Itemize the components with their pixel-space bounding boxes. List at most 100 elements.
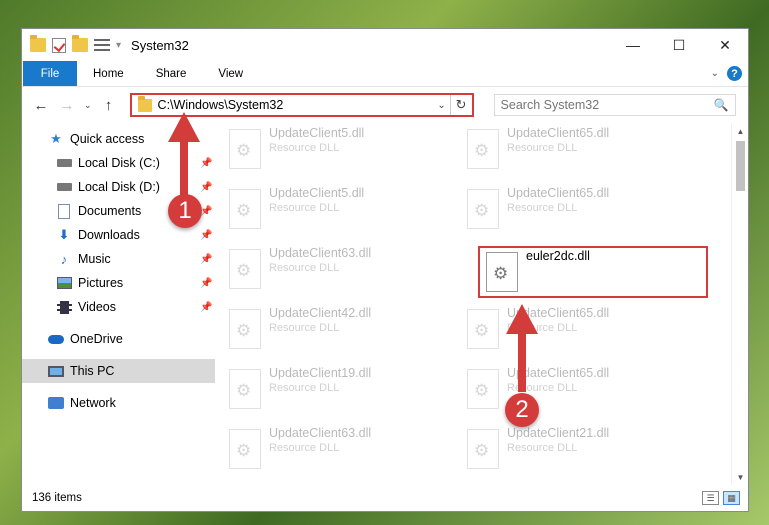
search-icon[interactable]: 🔍 <box>714 98 729 112</box>
sidebar-item-label: Network <box>70 396 116 410</box>
file-tile[interactable]: UpdateClient63.dll Resource DLL <box>223 245 453 297</box>
sidebar-item-label: This PC <box>70 364 115 378</box>
scroll-thumb[interactable] <box>736 141 745 191</box>
file-name: UpdateClient63.dll <box>269 246 372 260</box>
item-count: 136 items <box>32 492 82 504</box>
file-tile[interactable]: UpdateClient5.dll Resource DLL <box>223 185 453 237</box>
window-controls: — ☐ ✕ <box>610 29 748 61</box>
pictures-icon <box>56 276 72 290</box>
file-name: UpdateClient63.dll <box>269 426 372 440</box>
file-name: euler2dc.dll <box>526 249 590 263</box>
customize-icon[interactable] <box>94 39 110 51</box>
sidebar-item-label: Music <box>78 252 111 266</box>
qat-dropdown-icon[interactable]: ▾ <box>116 40 121 51</box>
star-icon: ★ <box>50 131 62 146</box>
file-name: UpdateClient5.dll <box>269 126 365 140</box>
file-tile[interactable]: UpdateClient65.dllResource DLL <box>461 125 691 177</box>
download-icon: ⬇ <box>58 227 70 242</box>
tiles-view-icon[interactable]: ▦ <box>723 491 740 505</box>
navigation-bar: ← → ⌄ ↑ C:\Windows\System32 ⌄ ↻ 🔍 <box>22 87 748 123</box>
up-button[interactable]: ↑ <box>100 97 118 114</box>
disk-icon <box>56 180 72 194</box>
dll-file-icon <box>467 369 499 409</box>
forward-button[interactable]: → <box>58 97 76 114</box>
address-path[interactable]: C:\Windows\System32 <box>158 98 434 112</box>
quick-access-toolbar: ▾ <box>30 35 121 53</box>
expand-ribbon-icon[interactable]: ⌄ <box>711 68 719 79</box>
address-bar[interactable]: C:\Windows\System32 ⌄ ↻ <box>129 93 474 117</box>
new-folder-icon[interactable] <box>72 35 88 52</box>
file-name: UpdateClient65.dll <box>507 186 610 200</box>
address-dropdown-icon[interactable]: ⌄ <box>434 100 450 111</box>
computer-icon <box>48 364 64 378</box>
file-tile[interactable]: UpdateClient19.dll Resource DLL <box>223 365 453 417</box>
sidebar-item-local-disk-c[interactable]: Local Disk (C:) 📌 <box>22 151 215 175</box>
address-folder-icon <box>137 95 152 112</box>
folder-icon <box>30 35 46 52</box>
minimize-button[interactable]: — <box>610 29 656 61</box>
file-tile[interactable]: UpdateClient65.dllResource DLL <box>461 305 691 357</box>
sidebar-item-videos[interactable]: Videos 📌 <box>22 295 215 319</box>
dll-file-icon <box>467 189 499 229</box>
pin-icon[interactable]: 📌 <box>200 230 212 241</box>
back-button[interactable]: ← <box>32 97 50 114</box>
explorer-window: ▾ System32 — ☐ ✕ File Home Share View ⌄ … <box>21 28 749 512</box>
sidebar-item-label: Documents <box>78 204 142 218</box>
dll-file-icon <box>229 189 261 229</box>
sidebar-item-this-pc[interactable]: This PC <box>22 359 215 383</box>
file-type: Resource DLL <box>269 322 340 334</box>
dll-file-icon <box>229 369 261 409</box>
pin-icon[interactable]: 📌 <box>200 302 212 313</box>
highlighted-file-tile[interactable]: euler2dc.dll <box>478 246 708 298</box>
sidebar-item-label: Downloads <box>78 228 140 242</box>
title-bar: ▾ System32 — ☐ ✕ <box>22 29 748 61</box>
file-name: UpdateClient19.dll <box>269 366 372 380</box>
scroll-down-icon[interactable]: ▼ <box>732 469 748 485</box>
file-tile[interactable]: UpdateClient42.dll Resource DLL <box>223 305 453 357</box>
dll-file-icon <box>229 129 261 169</box>
file-type: Resource DLL <box>269 442 340 454</box>
step-one-badge: 1 <box>168 194 202 228</box>
pin-icon[interactable]: 📌 <box>200 158 212 169</box>
pin-icon[interactable]: 📌 <box>200 278 212 289</box>
sidebar-item-music[interactable]: ♪ Music 📌 <box>22 247 215 271</box>
file-tile[interactable]: UpdateClient5.dll Resource DLL <box>223 125 453 177</box>
file-name: UpdateClient65.dll <box>507 306 610 320</box>
tab-home[interactable]: Home <box>77 61 140 86</box>
pin-icon[interactable]: 📌 <box>200 254 212 265</box>
sidebar-item-quick-access[interactable]: ★ Quick access <box>22 127 215 151</box>
tab-share[interactable]: Share <box>140 61 203 86</box>
file-type: Resource DLL <box>269 142 340 154</box>
dll-file-icon <box>229 249 261 289</box>
details-view-icon[interactable]: ☰ <box>702 491 719 505</box>
file-name: UpdateClient5.dll <box>269 186 365 200</box>
properties-check-icon[interactable] <box>52 37 66 53</box>
scroll-up-icon[interactable]: ▲ <box>732 123 748 139</box>
file-type: Resource DLL <box>507 442 578 454</box>
vertical-scrollbar[interactable]: ▲ ▼ <box>731 123 748 485</box>
dll-file-icon <box>486 252 518 292</box>
window-title: System32 <box>131 37 189 53</box>
file-tile[interactable]: UpdateClient65.dllResource DLL <box>461 185 691 237</box>
pin-icon[interactable]: 📌 <box>200 182 212 193</box>
search-box[interactable]: 🔍 <box>493 94 736 116</box>
file-tile[interactable]: UpdateClient21.dll Resource DLL <box>461 425 691 477</box>
close-button[interactable]: ✕ <box>702 29 748 61</box>
maximize-button[interactable]: ☐ <box>656 29 702 61</box>
sidebar-item-label: Local Disk (D:) <box>78 180 160 194</box>
search-input[interactable] <box>500 98 714 112</box>
file-type: Resource DLL <box>507 142 578 154</box>
dll-file-icon <box>467 129 499 169</box>
help-icon[interactable]: ? <box>727 66 742 81</box>
sidebar-item-onedrive[interactable]: OneDrive <box>22 327 215 351</box>
file-type: Resource DLL <box>269 382 340 394</box>
file-tile[interactable]: UpdateClient63.dll Resource DLL <box>223 425 453 477</box>
dll-file-icon <box>467 309 499 349</box>
sidebar-item-network[interactable]: Network <box>22 391 215 415</box>
sidebar-item-pictures[interactable]: Pictures 📌 <box>22 271 215 295</box>
tab-file[interactable]: File <box>23 61 77 86</box>
recent-locations-icon[interactable]: ⌄ <box>84 100 92 111</box>
tab-view[interactable]: View <box>202 61 259 86</box>
file-tile[interactable]: UpdateClient65.dllResource DLL <box>461 365 691 417</box>
refresh-button[interactable]: ↻ <box>449 95 472 115</box>
